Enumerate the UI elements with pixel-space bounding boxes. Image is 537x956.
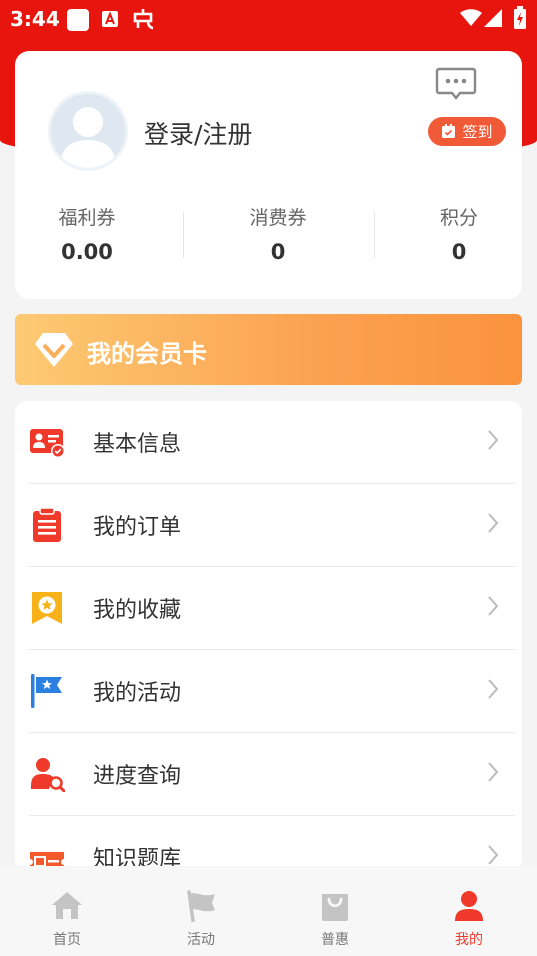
member-card-title: 我的会员卡: [87, 340, 207, 368]
stat-divider: [374, 212, 375, 258]
flag-icon: [187, 890, 215, 922]
stat-points[interactable]: 积分 0: [399, 203, 519, 264]
login-register-link[interactable]: 登录/注册: [144, 115, 252, 151]
signin-label: 签到: [462, 123, 493, 141]
notification-bug-icon: [133, 9, 154, 30]
menu-item-label: 我的订单: [93, 515, 182, 540]
chevron-right-icon: [488, 762, 499, 782]
menu-item-my-activities[interactable]: 我的活动: [15, 650, 522, 733]
tab-benefits[interactable]: 普惠: [285, 866, 385, 956]
profile-card: 登录/注册 签到 福利券 0.00 消费券 0 积分 0: [15, 51, 522, 299]
clipboard-icon: [33, 507, 61, 542]
menu-item-label: 我的收藏: [93, 598, 182, 623]
chevron-right-icon: [488, 679, 499, 699]
avatar[interactable]: [48, 91, 128, 171]
tab-label: 活动: [187, 932, 215, 948]
chevron-right-icon: [488, 596, 499, 616]
menu-item-my-orders[interactable]: 我的订单: [15, 484, 522, 567]
tab-activities[interactable]: 活动: [151, 866, 251, 956]
default-avatar-icon: [60, 107, 116, 168]
stats-row: 福利券 0.00 消费券 0 积分 0: [15, 203, 522, 273]
menu-item-basic-info[interactable]: 基本信息: [15, 401, 522, 484]
status-time: 3:44: [10, 7, 60, 31]
person-icon: [455, 891, 483, 921]
menu-item-my-favorites[interactable]: 我的收藏: [15, 567, 522, 650]
menu-list: 基本信息 我的订单 我的收藏 我的活动 进度查询 知识题库: [15, 401, 522, 871]
stat-divider: [183, 212, 184, 258]
stat-label: 消费券: [249, 207, 307, 229]
status-bar: 3:44: [0, 0, 537, 38]
menu-item-knowledge-bank[interactable]: 知识题库: [15, 816, 522, 871]
chevron-right-icon: [488, 430, 499, 450]
signin-button[interactable]: 签到: [428, 117, 506, 146]
wifi-icon: [460, 9, 482, 26]
chevron-right-icon: [488, 845, 499, 865]
stat-label: 福利券: [58, 207, 116, 229]
calendar-check-icon: [442, 124, 456, 138]
chevron-right-icon: [488, 513, 499, 533]
tab-label: 普惠: [321, 932, 349, 948]
menu-item-label: 我的活动: [93, 681, 182, 706]
stat-welfare-coupon[interactable]: 福利券 0.00: [27, 203, 147, 264]
member-card-banner[interactable]: 我的会员卡: [15, 314, 522, 385]
stat-value: 0: [270, 240, 286, 264]
stat-consumption-coupon[interactable]: 消费券 0: [218, 203, 338, 264]
tab-home[interactable]: 首页: [17, 866, 117, 956]
flag-icon: [31, 674, 62, 708]
home-icon: [52, 892, 82, 919]
shopping-bag-icon: [322, 894, 348, 921]
notification-square-icon: [67, 9, 89, 31]
message-icon[interactable]: [435, 67, 477, 101]
stat-value: 0: [451, 240, 467, 264]
signal-icon: [484, 9, 502, 27]
battery-icon: [514, 6, 526, 29]
notification-a-icon: [102, 11, 118, 27]
tab-mine[interactable]: 我的: [419, 866, 519, 956]
id-card-icon: [30, 429, 65, 458]
tab-label: 首页: [53, 932, 81, 948]
diamond-icon: [35, 333, 73, 367]
bookmark-star-icon: [32, 592, 62, 624]
menu-item-label: 进度查询: [93, 764, 182, 789]
stat-label: 积分: [439, 207, 478, 229]
stat-value: 0.00: [61, 240, 113, 264]
bottom-tab-bar: 首页 活动 普惠 我的: [0, 866, 537, 956]
user-search-icon: [31, 758, 65, 792]
tab-label: 我的: [455, 932, 483, 948]
menu-item-progress-query[interactable]: 进度查询: [15, 733, 522, 816]
menu-item-label: 基本信息: [93, 432, 182, 457]
